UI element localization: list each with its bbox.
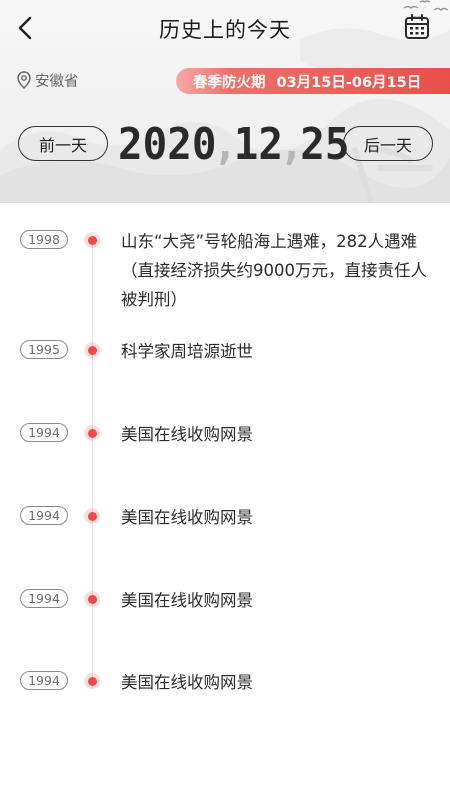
timeline-dot <box>84 508 100 524</box>
event-text: 山东“大尧”号轮船海上遇难，282人遇难（直接经济损失约9000万元，直接责任人… <box>121 232 427 309</box>
timeline-dot <box>84 591 100 607</box>
year-tag: 1994 <box>20 671 68 690</box>
location[interactable]: 安徽省 <box>17 70 79 90</box>
date-month: 12 <box>233 119 284 170</box>
navbar: 历史上的今天 <box>0 0 450 58</box>
fire-season-badge: 春季防火期 03月15日-06月15日 <box>176 68 450 94</box>
year-tag: 1994 <box>20 506 68 525</box>
year-tag: 1994 <box>20 589 68 608</box>
event-text: 美国在线收购网景 <box>121 425 253 444</box>
calendar-button[interactable] <box>404 14 436 44</box>
calendar-icon <box>405 14 429 39</box>
timeline-dot <box>84 232 100 248</box>
location-pin-icon <box>17 71 31 89</box>
event-text: 科学家周培源逝世 <box>121 342 253 361</box>
season-label: 春季防火期 <box>193 74 266 91</box>
year-tag: 1995 <box>20 340 68 359</box>
next-day-button[interactable]: 后一天 <box>343 126 433 161</box>
prev-day-button[interactable]: 前一天 <box>18 126 108 161</box>
date-year: 2020 <box>118 119 217 170</box>
header-area: 历史上的今天 安徽省 春季防火期 03月15日-06月15日 前一天 2020 … <box>0 0 450 203</box>
timeline-dot <box>84 673 100 689</box>
year-tag: 1994 <box>20 423 68 442</box>
event-text: 美国在线收购网景 <box>121 591 253 610</box>
timeline-dot <box>84 342 100 358</box>
page-title: 历史上的今天 <box>159 18 291 42</box>
timeline-line <box>92 237 93 689</box>
event-text: 美国在线收购网景 <box>121 508 253 527</box>
date-display: 2020 , 12 , 25 <box>118 116 350 170</box>
timeline-dot <box>84 425 100 441</box>
season-range: 03月15日-06月15日 <box>276 74 422 91</box>
event-text: 美国在线收购网景 <box>121 673 253 692</box>
location-label: 安徽省 <box>35 73 79 90</box>
events-timeline: 1998 山东“大尧”号轮船海上遇难，282人遇难（直接经济损失约9000万元，… <box>0 203 450 800</box>
year-tag: 1998 <box>20 230 68 249</box>
